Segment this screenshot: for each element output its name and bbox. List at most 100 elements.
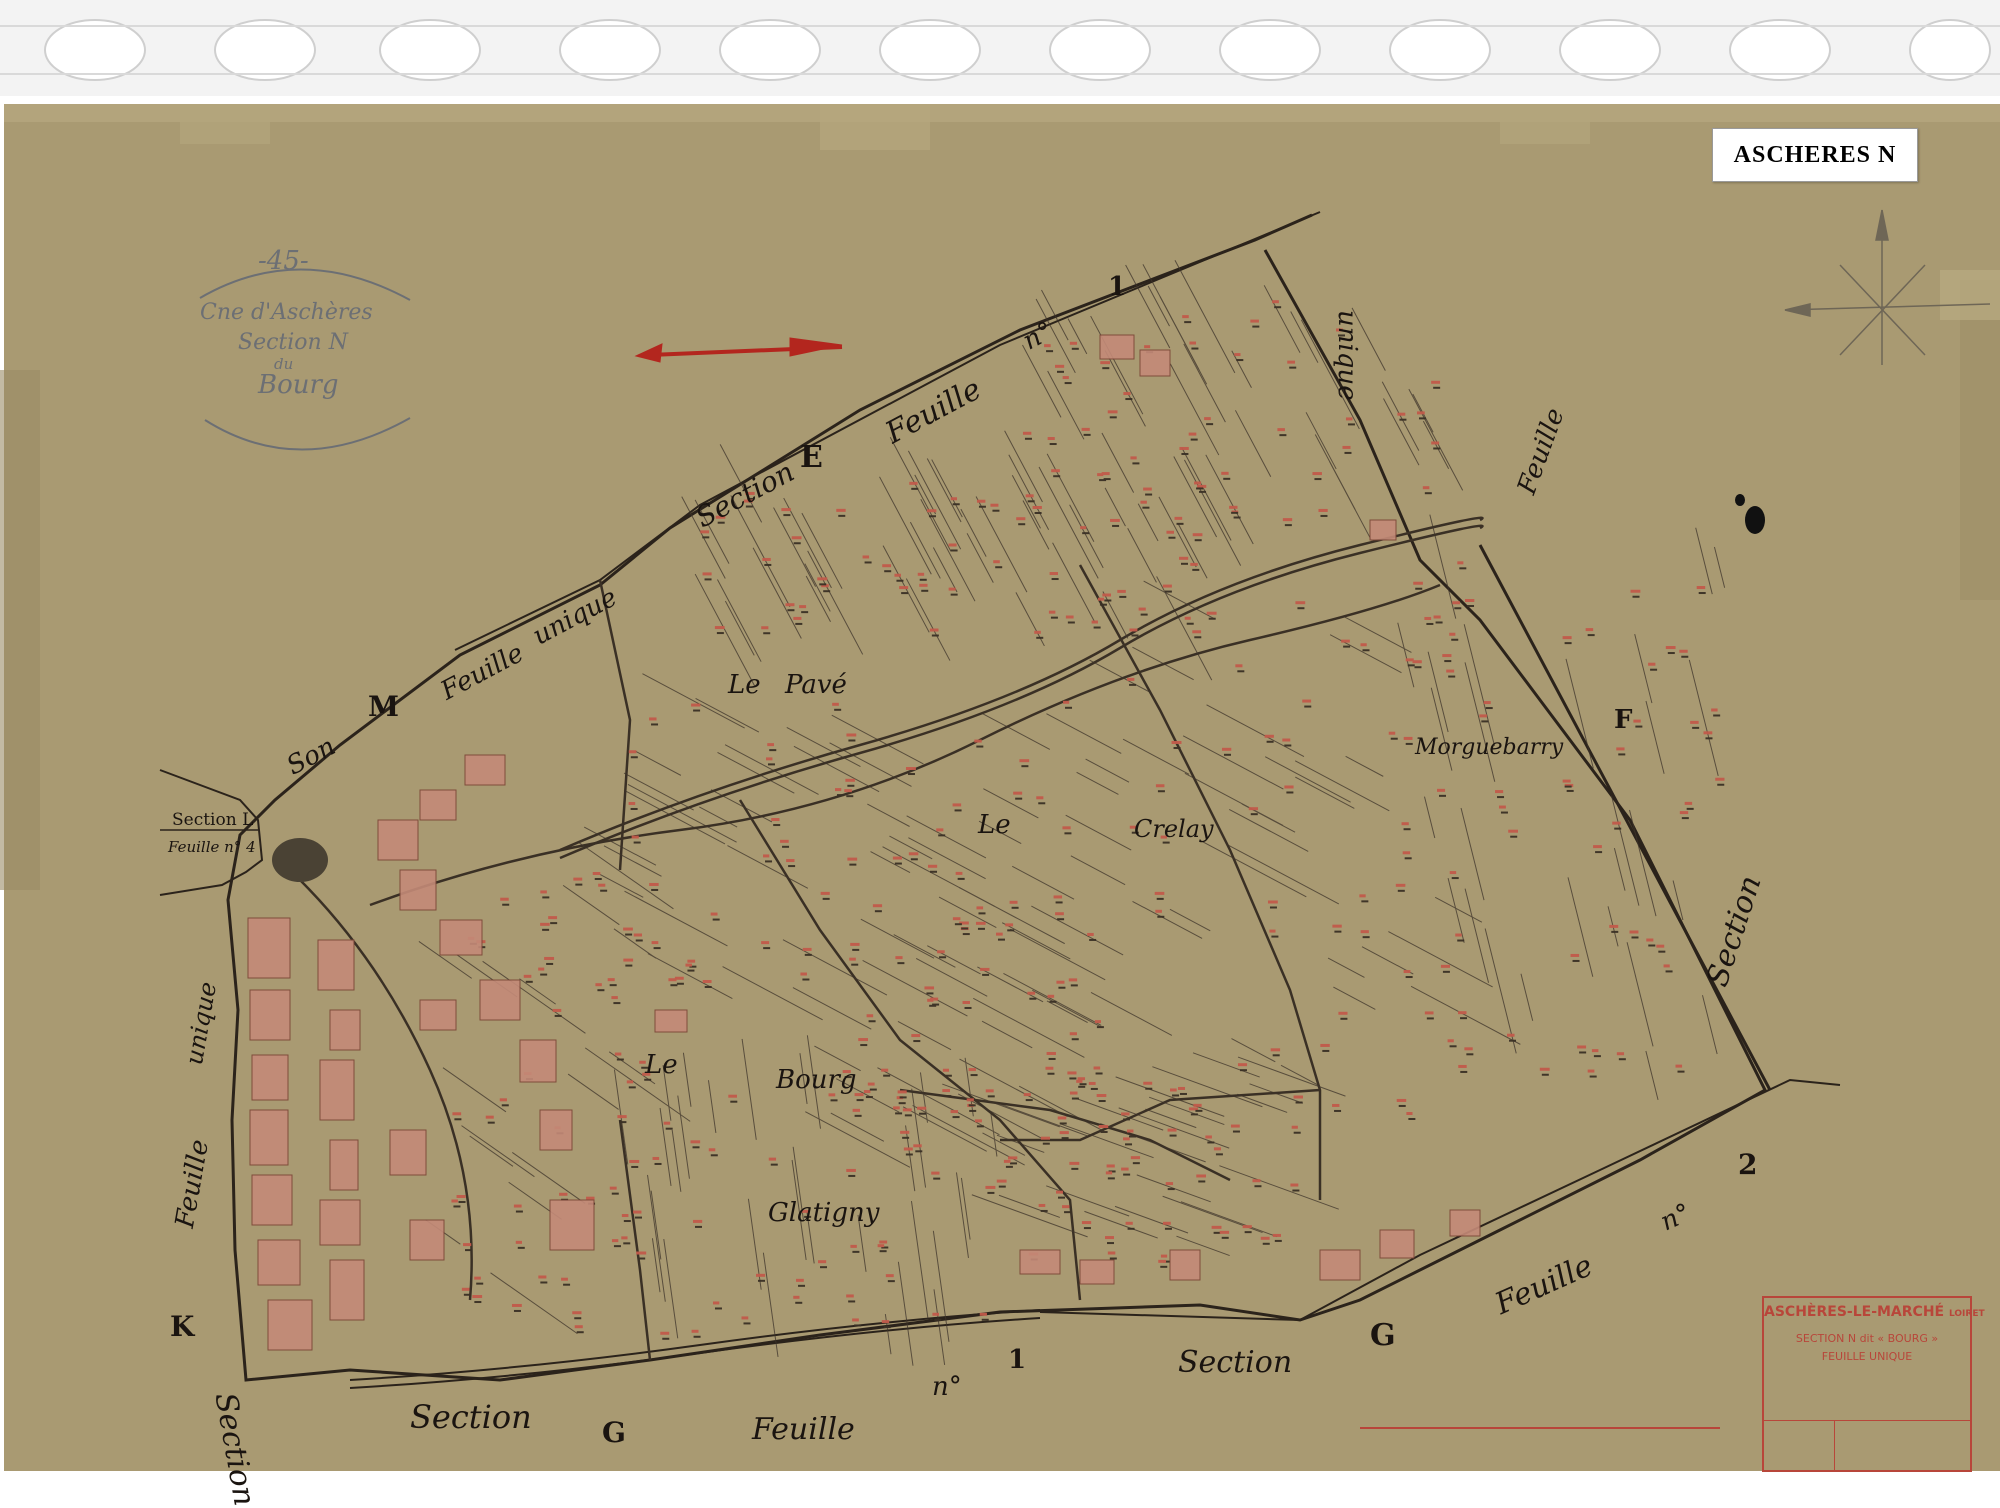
- label-bottom-right-num: 2: [1738, 1148, 1758, 1181]
- parcel-number-mark: [905, 767, 916, 771]
- parcel-number-mark: [572, 1311, 582, 1315]
- parcel-area-mark: [1405, 976, 1413, 979]
- parcel-number-mark: [800, 972, 807, 976]
- parcel-number-mark: [1194, 481, 1202, 485]
- parcel-area-mark: [848, 739, 856, 742]
- parcel-area-mark: [1362, 936, 1370, 939]
- parcel-area-mark: [898, 1102, 906, 1105]
- parcel-area-mark: [854, 1324, 862, 1327]
- parcel-number-mark: [926, 509, 937, 513]
- parcel-area-mark: [773, 824, 781, 827]
- parcel-area-mark: [765, 860, 773, 863]
- parcel-area-mark: [910, 858, 918, 861]
- parcel-area-mark: [600, 889, 608, 892]
- parcel-area-mark: [1098, 1100, 1106, 1103]
- parcel-area-mark: [597, 989, 605, 992]
- parcel-number-mark: [1577, 1045, 1587, 1049]
- parcel-area-mark: [1481, 720, 1489, 723]
- parcel-number-mark: [623, 958, 634, 962]
- label-section-m-letter: M: [368, 690, 399, 723]
- parcel-area-mark: [1050, 616, 1058, 619]
- parcel-area-mark: [801, 611, 809, 614]
- parcel-number-mark: [1267, 900, 1278, 904]
- parcel-number-mark: [863, 1090, 871, 1094]
- parcel-area-mark: [1090, 1087, 1098, 1090]
- label-left-k: K: [170, 1310, 195, 1343]
- parcel-number-mark: [1250, 319, 1259, 323]
- parcel-area-mark: [1449, 1045, 1457, 1048]
- parcel-area-mark: [982, 973, 990, 976]
- parcel-area-mark: [795, 1301, 803, 1304]
- parcel-number-mark: [820, 891, 830, 895]
- parcel-area-mark: [1109, 1257, 1117, 1260]
- parcel-number-mark: [942, 1068, 949, 1072]
- parcel-area-mark: [911, 487, 919, 490]
- parcel-number-mark: [1171, 740, 1182, 744]
- parcel-number-mark: [1069, 1161, 1080, 1165]
- parcel-area-mark: [1347, 423, 1355, 426]
- parcel-area-mark: [613, 1245, 621, 1248]
- parcel-area-mark: [714, 1307, 722, 1310]
- parcel-number-mark: [1130, 456, 1137, 460]
- parcel-area-mark: [834, 708, 842, 711]
- parcel-number-mark: [1679, 811, 1689, 815]
- parcel-area-mark: [852, 948, 860, 951]
- parcel-number-mark: [544, 956, 555, 960]
- parcel-number-mark: [1345, 417, 1353, 421]
- parcel-number-mark: [1405, 658, 1414, 662]
- parcel-area-mark: [788, 865, 796, 868]
- parcel-area-mark: [609, 984, 617, 987]
- parcel-area-mark: [1686, 807, 1694, 810]
- parcel-area-mark: [1096, 1026, 1104, 1029]
- parcel-number-mark: [975, 921, 986, 925]
- parcel-area-mark: [1223, 753, 1231, 756]
- parcel-number-mark: [1442, 654, 1452, 658]
- parcel-number-mark: [1068, 978, 1078, 982]
- parcel-area-mark: [977, 927, 985, 930]
- parcel-area-mark: [1061, 1137, 1069, 1140]
- parcel-area-mark: [849, 863, 857, 866]
- parcel-area-mark: [897, 962, 905, 965]
- parcel-area-mark: [944, 1095, 952, 1098]
- parcel-area-mark: [919, 578, 927, 581]
- parcel-area-mark: [1650, 668, 1658, 671]
- parcel-number-mark: [1424, 616, 1432, 620]
- parcel-number-mark: [1081, 427, 1090, 431]
- parcel-area-mark: [962, 933, 970, 936]
- parcel-area-mark: [1021, 765, 1029, 768]
- parcel-area-mark: [954, 923, 962, 926]
- parcel-number-mark: [881, 1068, 889, 1072]
- parcel-number-mark: [1204, 417, 1211, 421]
- label-section-e-num: 1: [1108, 272, 1127, 302]
- parcel-number-mark: [1320, 1043, 1330, 1047]
- parcel-area-mark: [938, 834, 946, 837]
- parcel-number-mark: [1166, 530, 1175, 534]
- parcel-area-mark: [1059, 1122, 1067, 1125]
- parcel-area-mark: [540, 973, 548, 976]
- parcel-number-mark: [877, 1244, 885, 1248]
- parcel-area-mark: [1067, 621, 1075, 624]
- parcel-number-mark: [762, 557, 771, 561]
- parcel-area-mark: [978, 912, 986, 915]
- parcel-number-mark: [974, 1119, 982, 1123]
- parcel-number-mark: [1102, 593, 1112, 597]
- parcel-number-mark: [1252, 1179, 1261, 1183]
- parcel-area-mark: [1191, 347, 1199, 350]
- parcel-area-mark: [1071, 1038, 1079, 1041]
- parcel-number-mark: [1063, 700, 1070, 704]
- parcel-area-mark: [1292, 1189, 1300, 1192]
- parcel-area-mark: [574, 1317, 582, 1320]
- parcel-area-mark: [1010, 1162, 1018, 1165]
- parcel-number-mark: [714, 626, 725, 630]
- parcel-number-mark: [1562, 636, 1572, 640]
- parcel-area-mark: [1206, 423, 1214, 426]
- parcel-number-mark: [702, 979, 712, 983]
- parcel-number-mark: [763, 854, 770, 858]
- parcel-number-mark: [1107, 1251, 1116, 1255]
- parcel-area-mark: [1279, 434, 1287, 437]
- parcel-area-mark: [716, 632, 724, 635]
- parcel-number-mark: [1127, 677, 1135, 681]
- parcel-area-mark: [1196, 487, 1204, 490]
- parcel-area-mark: [1192, 568, 1200, 571]
- parcel-area-mark: [1611, 930, 1619, 933]
